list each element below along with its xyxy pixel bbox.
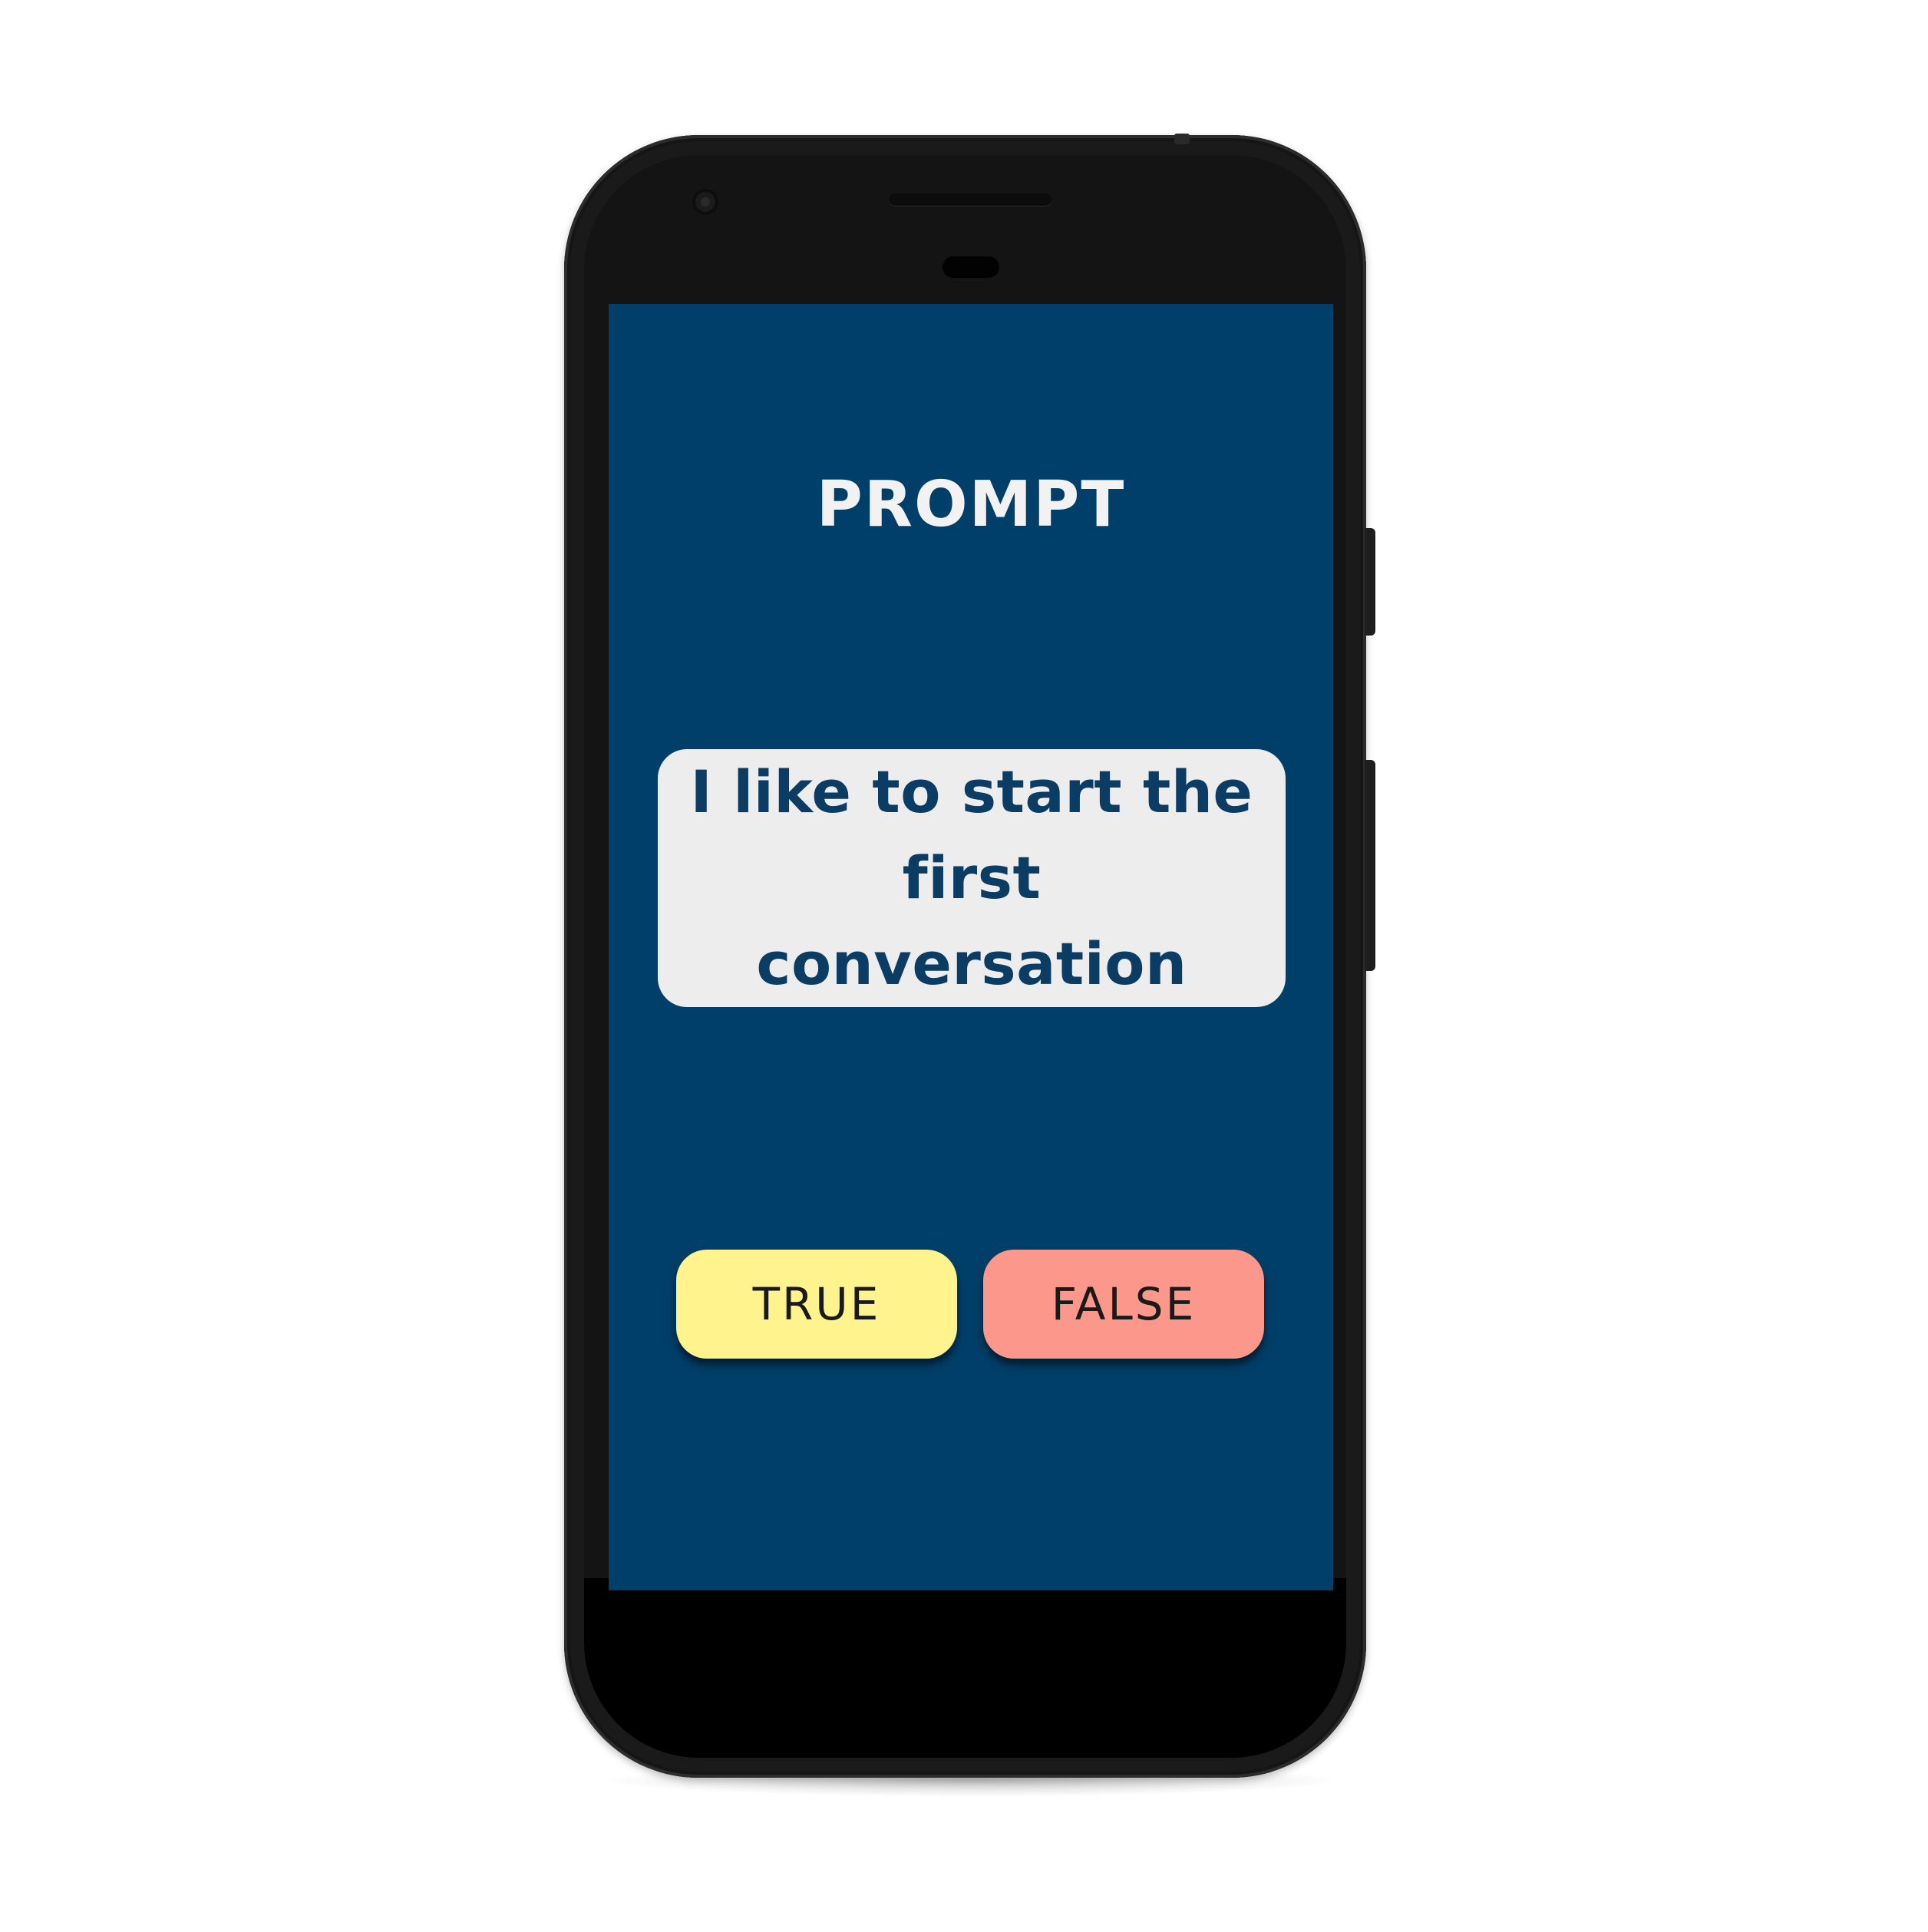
top-edge-nub xyxy=(1174,134,1190,144)
page-title: PROMPT xyxy=(816,468,1126,541)
false-button[interactable]: FALSE xyxy=(983,1250,1264,1359)
mockup-stage: PROMPT I like to start the first convers… xyxy=(0,0,1928,1932)
proximity-sensor-icon xyxy=(943,256,999,278)
earpiece-speaker-icon xyxy=(889,193,1051,206)
true-button[interactable]: TRUE xyxy=(676,1250,957,1359)
phone-chin xyxy=(584,1578,1346,1758)
prompt-text: I like to start the first conversation xyxy=(690,758,1253,998)
volume-rocker[interactable] xyxy=(1365,760,1375,971)
app-screen: PROMPT I like to start the first convers… xyxy=(609,304,1333,1590)
prompt-card: I like to start the first conversation xyxy=(658,749,1286,1007)
front-camera-icon xyxy=(692,189,718,215)
power-button[interactable] xyxy=(1365,528,1375,636)
